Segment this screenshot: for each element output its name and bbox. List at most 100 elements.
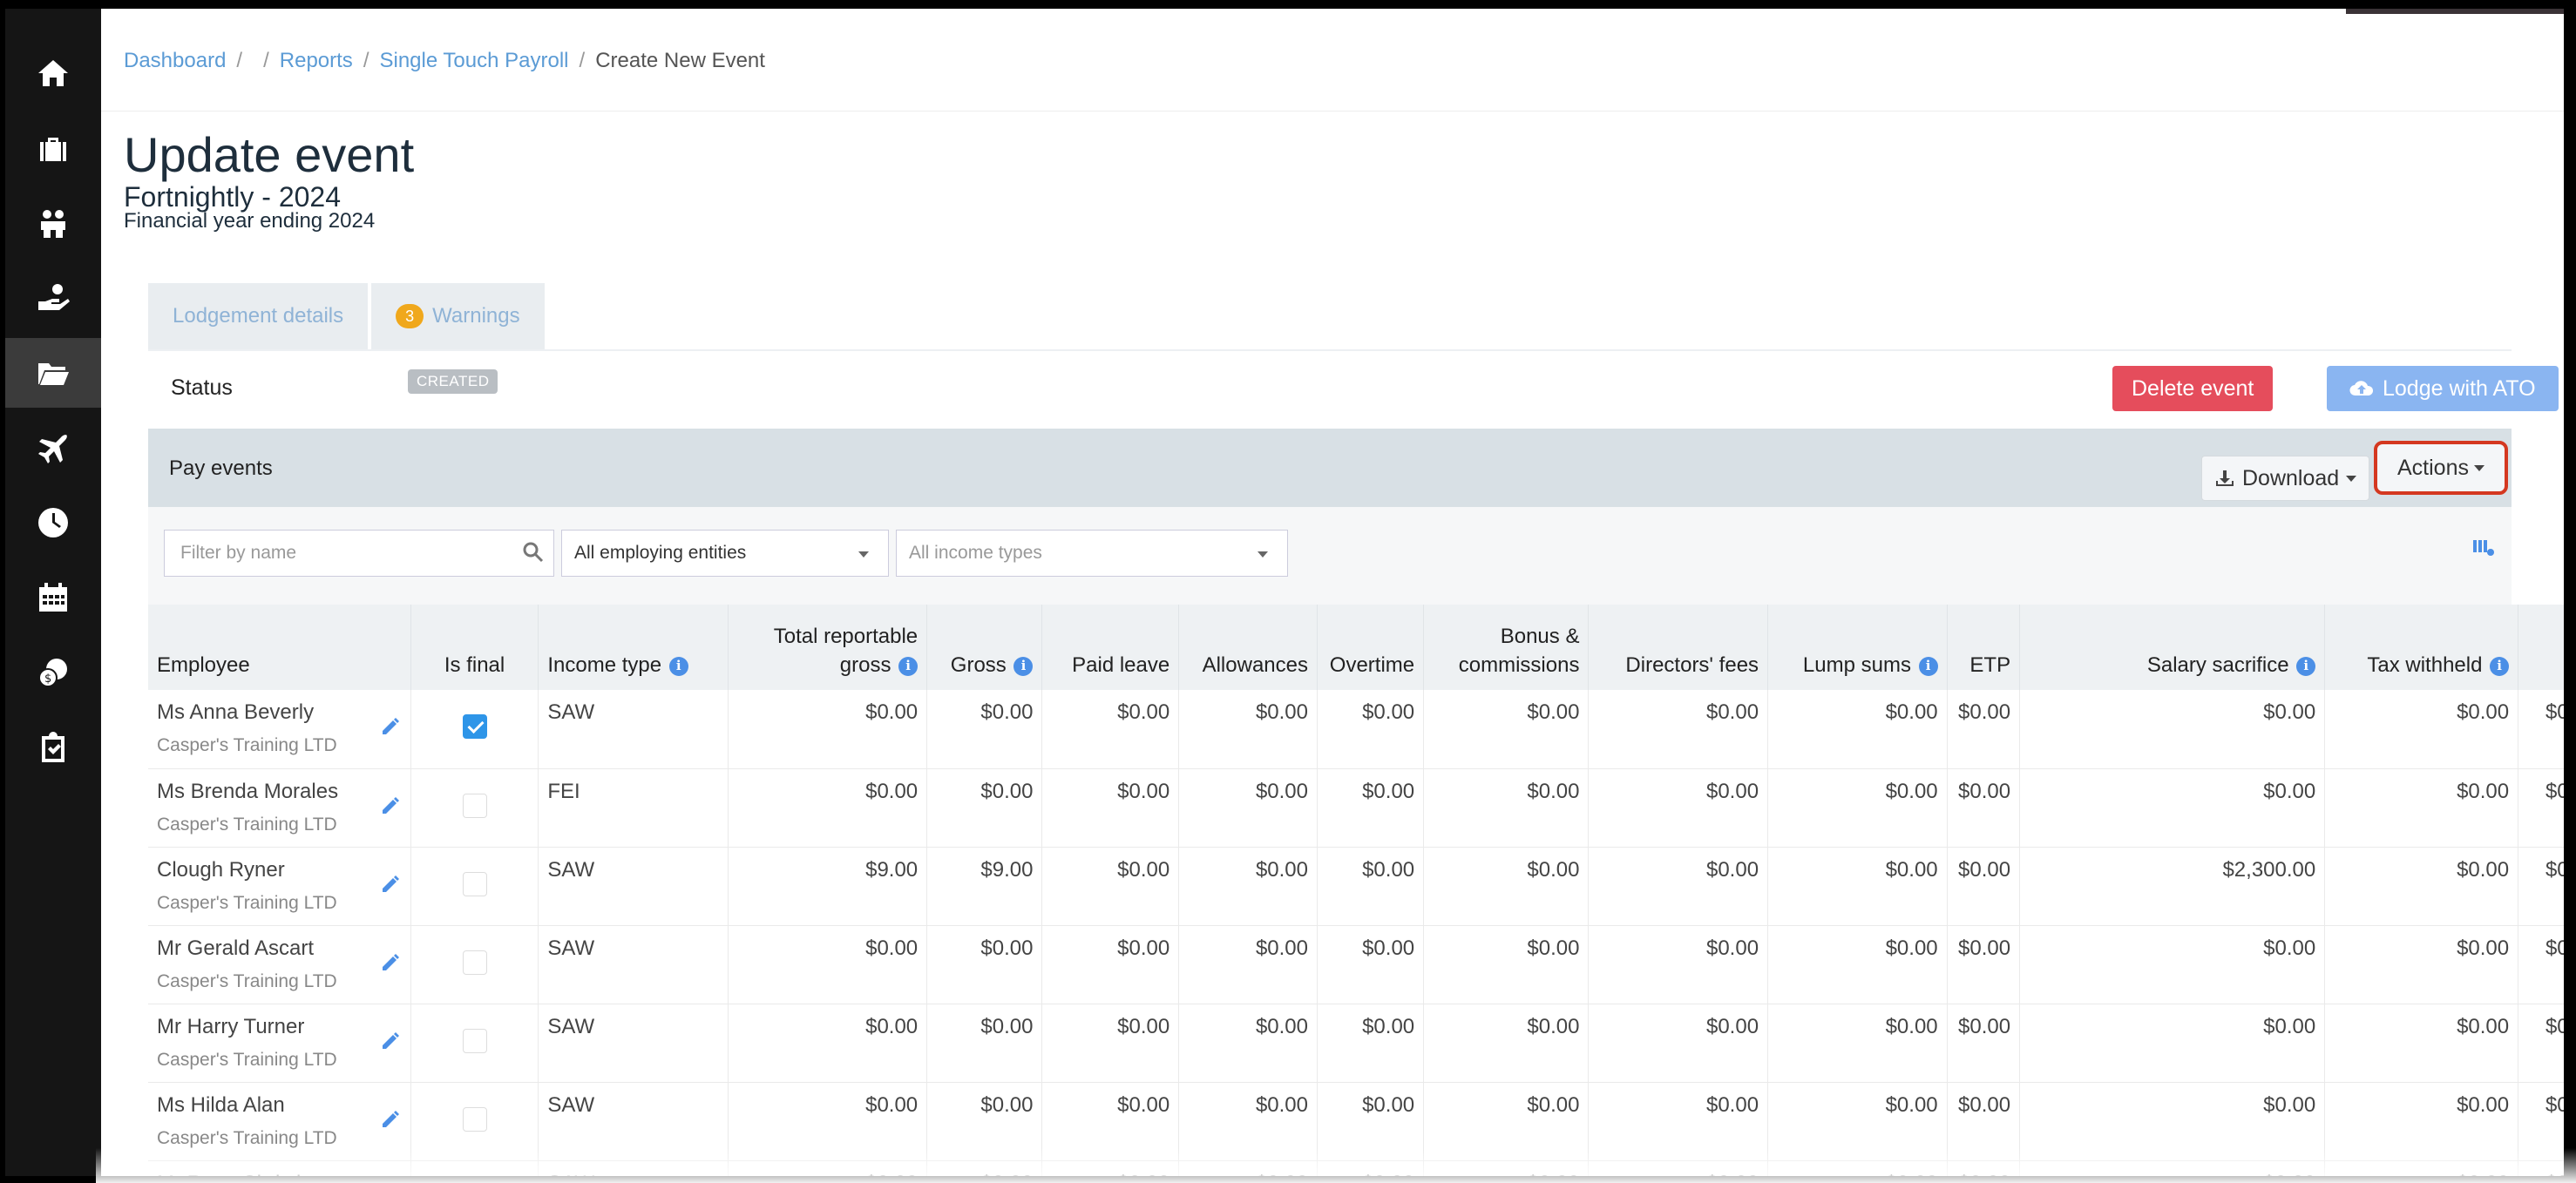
info-icon[interactable]: i — [898, 656, 919, 676]
page-title: Update event — [124, 127, 415, 182]
header-divider — [101, 111, 2564, 112]
amount-cell: $0.00 — [926, 925, 1043, 1004]
breadcrumb-stp[interactable]: Single Touch Payroll — [379, 49, 568, 73]
col-allowances[interactable]: Allowances — [1178, 605, 1318, 690]
main-content: Dashboard / / Reports / Single Touch Pay… — [101, 9, 2564, 1176]
col-sg[interactable]: SG — [2518, 605, 2564, 690]
edit-pencil-icon[interactable] — [379, 714, 402, 737]
employee-name[interactable]: Ms Hilda Alan — [157, 1093, 402, 1118]
amount-cell: $0.00 — [1588, 1004, 1769, 1083]
edit-pencil-icon[interactable] — [379, 872, 402, 895]
sidebar-item-payments[interactable] — [5, 263, 101, 333]
amount-cell: $0.00 — [1041, 768, 1180, 848]
edit-pencil-icon[interactable] — [379, 1029, 402, 1051]
col-overtime[interactable]: Overtime — [1317, 605, 1425, 690]
info-icon[interactable]: i — [1918, 656, 1938, 676]
amount-cell: $0.00 — [2324, 925, 2519, 1004]
col-total-reportable-gross[interactable]: Total reportable gross i — [728, 605, 928, 690]
info-icon[interactable]: i — [1013, 656, 1034, 676]
amount-cell: $9.00 — [728, 847, 928, 926]
amount-cell: $0.00 — [2324, 768, 2519, 848]
sidebar-item-people[interactable] — [5, 188, 101, 258]
is-final-checkbox[interactable] — [462, 950, 487, 975]
is-final-checkbox[interactable] — [462, 1028, 487, 1053]
employee-cell: Clough Ryner Casper's Training LTD — [148, 847, 411, 926]
employee-name[interactable]: Mr Harry Turner — [157, 1015, 402, 1039]
amount-cell: $0.00 — [1041, 1004, 1180, 1083]
is-final-checkbox[interactable] — [462, 793, 487, 818]
amount-cell: $0.00 — [2324, 1004, 2519, 1083]
employing-entities-select[interactable]: All employing entities — [561, 530, 889, 577]
delete-event-button[interactable]: Delete event — [2112, 366, 2274, 411]
col-bonus-commissions[interactable]: Bonus & commissions — [1423, 605, 1590, 690]
employee-name[interactable]: Ms Brenda Morales — [157, 780, 402, 804]
employee-name[interactable]: Mr Gerald Ascart — [157, 936, 402, 961]
amount-cell: $0.00 — [1178, 1004, 1318, 1083]
sidebar-item-reports[interactable] — [5, 338, 101, 408]
sidebar-item-tasks[interactable] — [5, 713, 101, 782]
tab-warnings[interactable]: 3 Warnings — [371, 283, 545, 349]
employee-name[interactable]: Clough Ryner — [157, 858, 402, 882]
income-types-value: All income types — [909, 543, 1042, 563]
income-types-select[interactable]: All income types — [896, 530, 1288, 577]
amount-cell: $0.00 — [728, 1004, 928, 1083]
col-is-final[interactable]: Is final — [410, 605, 539, 690]
col-gross[interactable]: Gross i — [926, 605, 1043, 690]
breadcrumb-dashboard[interactable]: Dashboard — [124, 49, 226, 73]
sidebar-item-home[interactable] — [5, 38, 101, 108]
actions-button[interactable]: Actions — [2374, 441, 2508, 495]
col-income-type[interactable]: Income type i — [538, 605, 729, 690]
download-button[interactable]: Download — [2201, 456, 2370, 501]
amount-cell: $0.00 — [926, 768, 1043, 848]
is-final-checkbox[interactable] — [462, 714, 487, 739]
breadcrumb-reports[interactable]: Reports — [280, 49, 353, 73]
chevron-down-icon — [858, 551, 869, 558]
employee-company: Casper's Training LTD — [157, 814, 337, 835]
edit-pencil-icon[interactable] — [379, 794, 402, 816]
info-icon[interactable]: i — [668, 656, 688, 676]
column-settings-icon[interactable] — [2471, 537, 2496, 558]
income-type-cell: FEI — [538, 768, 729, 848]
amount-cell: $0.00 — [1041, 925, 1180, 1004]
sidebar-item-billing[interactable]: $ — [5, 638, 101, 707]
pay-events-header: Pay events — [148, 429, 2512, 507]
amount-cell: $0.00 — [2019, 925, 2326, 1004]
amount-cell: $0.00 — [1767, 925, 1948, 1004]
sidebar-item-jobs[interactable] — [5, 113, 101, 183]
filter-by-name-input[interactable]: Filter by name — [164, 530, 554, 577]
actions-label: Actions — [2397, 455, 2469, 480]
employee-company: Casper's Training LTD — [157, 892, 337, 913]
sidebar-item-timesheets[interactable] — [5, 488, 101, 558]
employee-cell: Ms Brenda Morales Casper's Training LTD — [148, 768, 411, 848]
col-label: Gross — [950, 653, 1007, 677]
col-lump-sums[interactable]: Lump sums i — [1767, 605, 1948, 690]
edit-pencil-icon[interactable] — [379, 950, 402, 973]
col-salary-sacrifice[interactable]: Salary sacrifice i — [2019, 605, 2326, 690]
col-tax-withheld[interactable]: Tax withheld i — [2324, 605, 2519, 690]
financial-year: Financial year ending 2024 — [124, 209, 376, 233]
lodge-with-ato-button[interactable]: Lodge with ATO — [2327, 366, 2559, 411]
edit-pencil-icon[interactable] — [379, 1107, 402, 1130]
col-label: Lump sums — [1802, 653, 1911, 677]
is-final-checkbox[interactable] — [462, 1106, 487, 1132]
sidebar-item-calendar[interactable] — [5, 563, 101, 632]
info-icon[interactable]: i — [2296, 656, 2316, 676]
amount-cell: $0.00 — [1041, 690, 1180, 769]
sidebar-item-leave[interactable] — [5, 413, 101, 483]
table-row: Ms Brenda Morales Casper's Training LTD FE… — [148, 768, 2564, 848]
col-directors-fees[interactable]: Directors' fees — [1588, 605, 1769, 690]
col-employee[interactable]: Employee — [148, 605, 411, 690]
col-paid-leave[interactable]: Paid leave — [1041, 605, 1180, 690]
info-icon[interactable]: i — [2490, 656, 2510, 676]
is-final-checkbox[interactable] — [462, 871, 487, 896]
chevron-down-icon — [1257, 551, 1268, 558]
svg-text:$: $ — [44, 673, 51, 686]
amount-cell: $0.00 — [2324, 690, 2519, 769]
hand-money-icon — [38, 284, 70, 310]
employee-name[interactable]: Ms Anna Beverly — [157, 700, 402, 725]
tab-label: Warnings — [432, 304, 520, 328]
amount-cell: $0.00 — [1178, 925, 1318, 1004]
col-etp[interactable]: ETP — [1947, 605, 2021, 690]
amount-cell: $0.00 — [2019, 768, 2326, 848]
tab-lodgement-details[interactable]: Lodgement details — [148, 283, 369, 349]
